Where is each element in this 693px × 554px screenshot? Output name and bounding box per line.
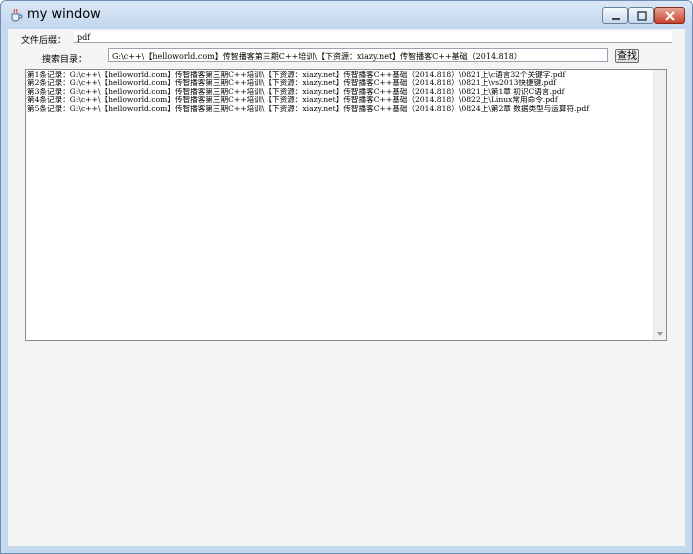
result-line-2: 第2条记录：G:\c++\【helloworld.com】传智播客第三期C++培… xyxy=(27,79,557,88)
minimize-icon xyxy=(612,18,620,20)
search-button[interactable]: 查找 xyxy=(615,49,639,63)
vertical-scrollbar[interactable] xyxy=(653,70,666,340)
close-icon xyxy=(665,11,675,21)
suffix-label: 文件后缀： xyxy=(21,36,67,46)
window-title: my window xyxy=(27,7,101,22)
results-textarea[interactable]: 第1条记录：G:\c++\【helloworld.com】传智播客第三期C++培… xyxy=(25,69,667,341)
maximize-button[interactable] xyxy=(628,7,654,24)
results-list: 第1条记录：G:\c++\【helloworld.com】传智播客第三期C++培… xyxy=(27,71,652,113)
result-line-4: 第4条记录：G:\c++\【helloworld.com】传智播客第三期C++培… xyxy=(27,96,558,105)
dir-label: 搜索目录： xyxy=(42,55,88,65)
title-bar[interactable]: my window xyxy=(1,1,692,29)
java-cup-icon xyxy=(11,8,23,22)
directory-input[interactable]: G:\c++\【helloworld.com】传智播客第三期C++培训\【下资源… xyxy=(108,48,608,62)
scroll-down-arrow-icon[interactable] xyxy=(657,332,663,336)
minimize-button[interactable] xyxy=(602,7,628,24)
content-pane: 文件后缀： pdf 搜索目录： G:\c++\【helloworld.com】传… xyxy=(8,29,685,546)
maximize-icon xyxy=(637,11,647,21)
app-window: my window 文件后缀： pdf 搜索目录： G:\c++\【hellow… xyxy=(0,0,693,554)
result-line-3: 第3条记录：G:\c++\【helloworld.com】传智播客第三期C++培… xyxy=(27,87,565,96)
suffix-input[interactable]: pdf xyxy=(74,31,672,43)
result-line-5: 第5条记录：G:\c++\【helloworld.com】传智播客第三期C++培… xyxy=(27,104,590,113)
close-button[interactable] xyxy=(654,7,685,24)
result-line-1: 第1条记录：G:\c++\【helloworld.com】传智播客第三期C++培… xyxy=(27,71,566,79)
